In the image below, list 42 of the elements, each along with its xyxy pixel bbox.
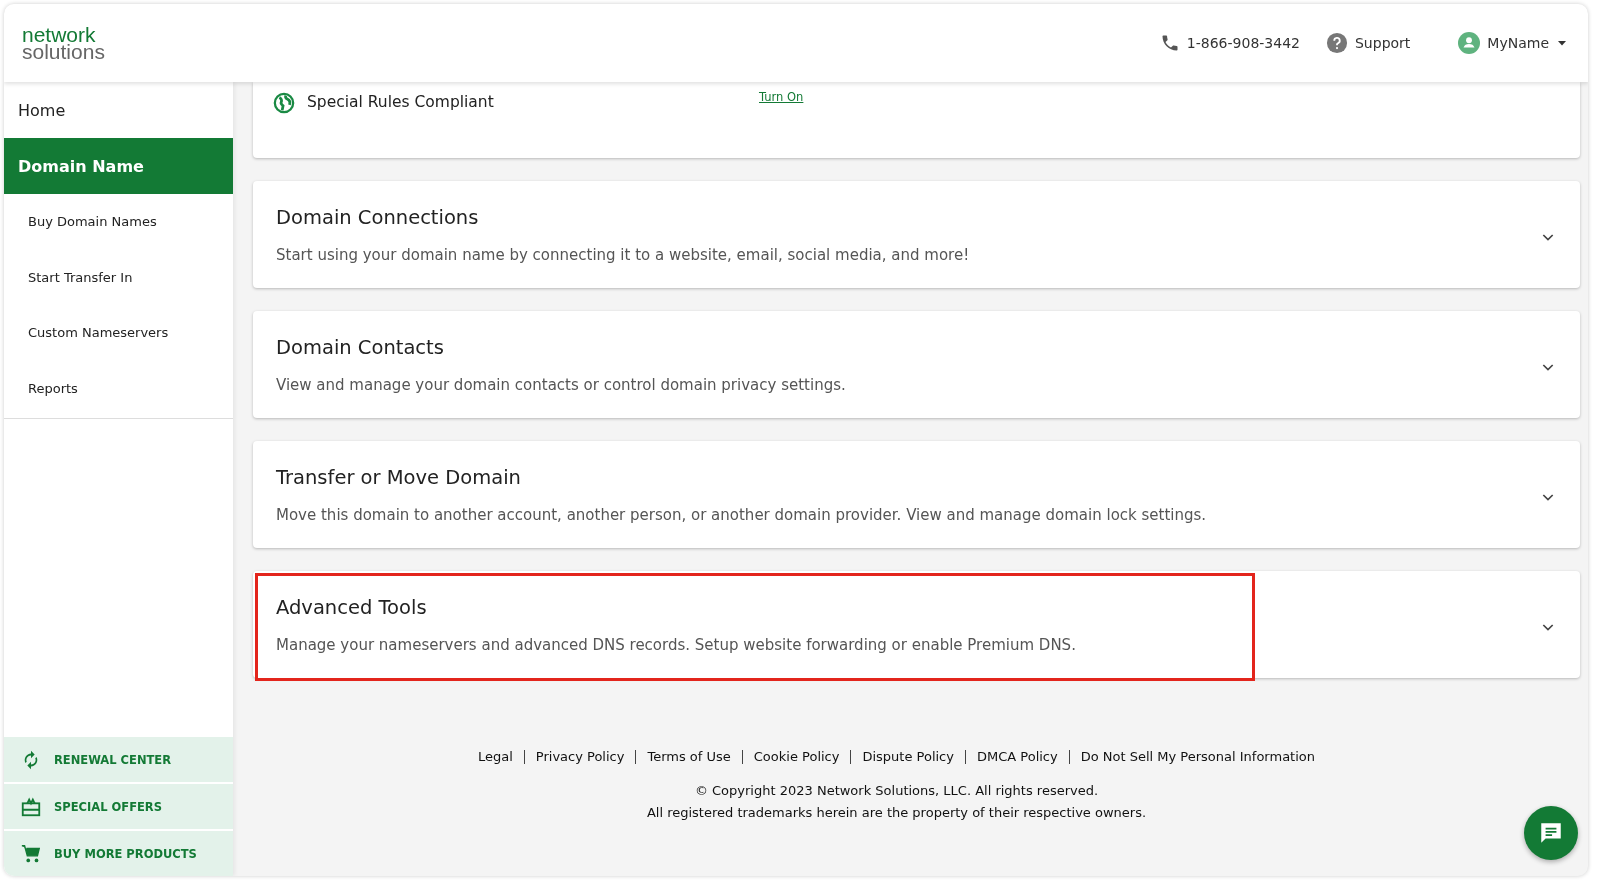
sidebar-subitem[interactable]: Reports	[4, 360, 233, 416]
section-description: View and manage your domain contacts or control domain privacy settings.	[276, 375, 846, 394]
user-menu[interactable]: MyName	[1458, 32, 1568, 54]
copyright-text: © Copyright 2023 Network Solutions, LLC. All rights reserved.	[694, 783, 1099, 798]
cart-icon	[20, 842, 42, 865]
section-title: Domain Contacts	[276, 335, 445, 359]
section-title: Transfer or Move Domain	[276, 465, 522, 489]
promo-link[interactable]: SPECIAL OFFERS	[4, 784, 233, 829]
accordion-card[interactable]: Domain Contacts View and manage your domain contacts or control domain privacy settings.	[253, 311, 1580, 418]
sidebar-subitem[interactable]: Buy Domain Names	[4, 194, 233, 250]
accordion-card[interactable]: Transfer or Move Domain Move this domain to another account, another person, or another domain provider. View and manage domain lock settings.	[253, 441, 1580, 548]
accordion-card[interactable]: Advanced Tools Manage your nameservers and advanced DNS records. Setup website forwarding or enable Premium DNS.	[253, 571, 1580, 678]
support-link[interactable]: Support	[1326, 32, 1411, 54]
promo-link[interactable]: BUY MORE PRODUCTS	[4, 831, 233, 876]
section-title: Domain Connections	[276, 205, 480, 229]
footer-link[interactable]: Do Not Sell My Personal Information	[1068, 750, 1326, 764]
section-description: Start using your domain name by connecting it to a website, email, social media, and more!	[276, 245, 970, 264]
section-description: Manage your nameservers and advanced DNS records. Setup website forwarding or enable Premium DNS.	[276, 635, 1076, 654]
gift-icon	[20, 795, 42, 818]
status-label: Special Rules Compliant	[307, 93, 495, 111]
trademark-text: All registered trademarks herein are the property of their respective owners.	[646, 805, 1147, 820]
sidebar-subitem[interactable]: Custom Nameservers	[4, 305, 233, 361]
globe-icon	[273, 92, 295, 114]
logo[interactable]: network solutions	[22, 26, 105, 60]
footer-link[interactable]: Dispute Policy	[850, 750, 965, 764]
phone-link[interactable]: 1-866-908-3442	[1159, 33, 1300, 53]
footer-link[interactable]: Privacy Policy	[523, 750, 636, 764]
help-icon	[1326, 32, 1348, 54]
section-description: Move this domain to another account, another person, or another domain provider. View and manage domain lock settings.	[276, 505, 1207, 524]
sidebar-item[interactable]: Domain Name	[4, 138, 233, 194]
footer-link[interactable]: DMCA Policy	[964, 750, 1069, 764]
promo-link[interactable]: RENEWAL CENTER	[4, 737, 233, 782]
accordion-card[interactable]: Domain Connections Start using your domain name by connecting it to a website, email, social media, and more!	[253, 181, 1580, 288]
sidebar-item[interactable]: Home	[4, 82, 233, 138]
turn-on-link[interactable]: Turn On	[759, 90, 804, 104]
avatar-icon	[1458, 32, 1481, 54]
chat-button[interactable]	[1524, 806, 1578, 860]
sidebar-subitem[interactable]: Start Transfer In	[4, 249, 233, 305]
footer-link[interactable]: Legal	[466, 750, 524, 764]
section-title: Advanced Tools	[276, 595, 428, 619]
footer-link[interactable]: Cookie Policy	[741, 750, 851, 764]
footer-link[interactable]: Terms of Use	[635, 750, 742, 764]
